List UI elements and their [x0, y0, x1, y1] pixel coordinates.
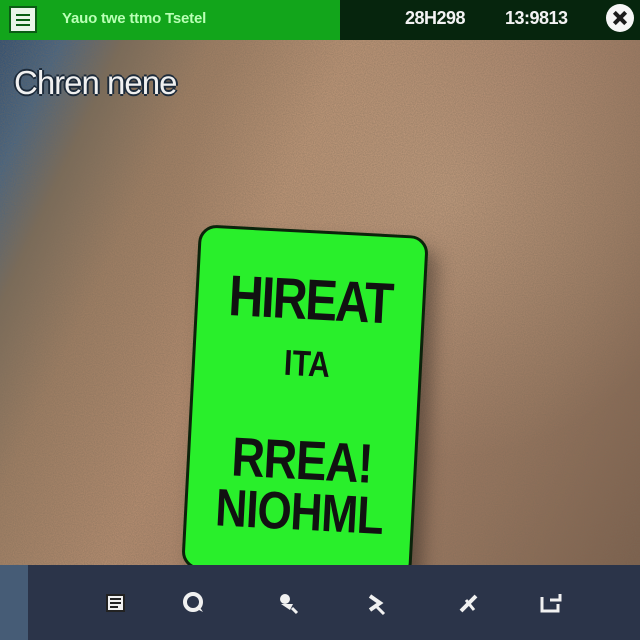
- page-title: Chren nene: [14, 64, 177, 101]
- status-readout-1: 28H298: [405, 8, 466, 28]
- document-icon: [106, 594, 125, 612]
- pin-icon: [280, 594, 299, 615]
- export-button[interactable]: [534, 586, 568, 620]
- document-button[interactable]: [98, 586, 132, 620]
- toolbar-edge: [0, 565, 28, 640]
- share-icon: [368, 594, 386, 616]
- sign-text-line: NIOHML: [214, 478, 385, 546]
- title-bar: Yauo twe ttmo Tsetel 28H298 13:9813: [0, 0, 640, 40]
- image-viewport[interactable]: Chren nene HIREAT ITA RREA! NIOHML: [0, 40, 640, 565]
- status-readout-2: 13:9813: [505, 8, 568, 28]
- refresh-icon: [183, 592, 203, 612]
- refresh-button[interactable]: [176, 586, 210, 620]
- close-icon[interactable]: [606, 4, 634, 32]
- sign-text-line: HIREAT: [227, 264, 394, 337]
- bottom-toolbar: [0, 565, 640, 640]
- document-icon[interactable]: [9, 6, 37, 33]
- tools-icon: [459, 594, 478, 613]
- tools-button[interactable]: [452, 586, 486, 620]
- green-sign: HIREAT ITA RREA! NIOHML: [181, 224, 429, 565]
- sign-text-line: ITA: [282, 343, 332, 386]
- pin-button[interactable]: [270, 586, 304, 620]
- export-icon: [540, 594, 562, 613]
- window-title: Yauo twe ttmo Tsetel: [62, 10, 207, 27]
- share-button[interactable]: [360, 586, 394, 620]
